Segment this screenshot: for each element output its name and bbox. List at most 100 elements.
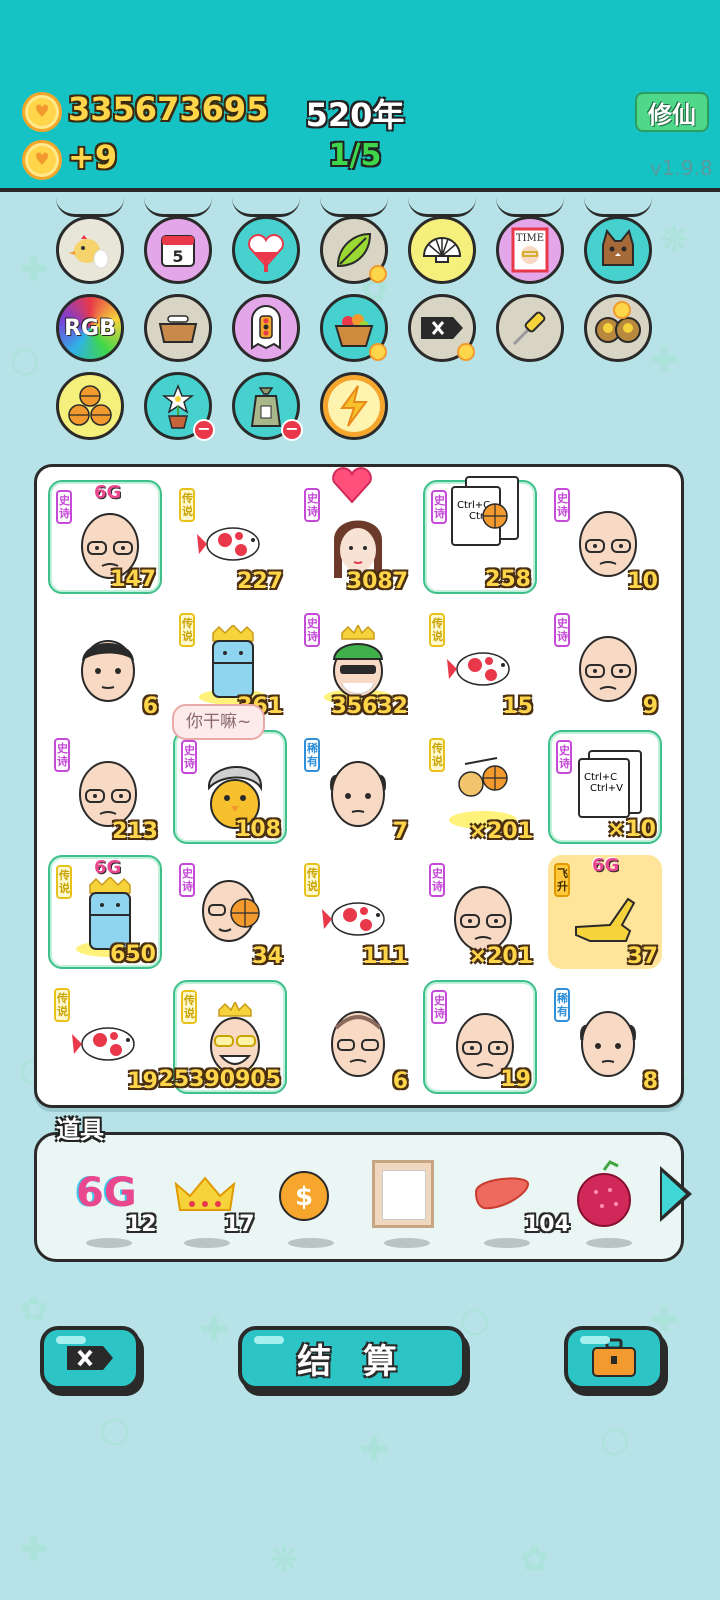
cell-count: 6 [142,694,158,719]
crown-icon [174,1176,236,1211]
time-magazine-icon[interactable]: TIME [496,216,564,284]
cell-count: 19 [500,1067,531,1092]
bald-man-face-icon [579,511,637,577]
remove-icon[interactable]: − [193,419,215,441]
board-cell[interactable]: 史诗 6G 147 [48,480,162,594]
rarity-tag: 史诗 [429,863,445,897]
xiuxian-button[interactable]: 修仙 [635,92,709,132]
board-cell[interactable]: 史诗 Ctrl+C Ctrl 258 [423,476,537,594]
coin-marker-icon [457,343,475,361]
board-cell[interactable]: 史诗 ×201 [423,855,537,969]
cell-count: 111 [362,944,408,969]
board-cell[interactable]: 传说 19 [48,980,162,1094]
board-cell[interactable]: 史诗 10 [548,480,662,594]
cat-icon[interactable] [584,216,652,284]
settle-button[interactable]: 结 算 [238,1326,466,1390]
board-cell[interactable]: 传说 15 [423,605,537,719]
prop-crown[interactable]: 17 [172,1160,255,1250]
board-cell[interactable]: 稀有 7 [298,730,412,844]
board-cell[interactable]: 史诗 3087 [298,467,412,594]
owls-icon[interactable] [584,294,652,362]
board-cell[interactable]: 史诗 35632 [298,605,412,719]
rarity-tag: 传说 [304,863,320,897]
scrolled-badge [496,198,564,217]
screwdriver-icon[interactable] [496,294,564,362]
board-cell[interactable]: 6 [48,605,162,719]
man-with-basketball-icon [202,880,260,942]
shell-icon[interactable] [408,216,476,284]
board-cell[interactable]: 传说 6G 650 [48,855,162,969]
koi-fish-icon [447,652,510,686]
rarity-tag: 传说 [179,488,195,522]
board-cell[interactable]: 传说 ×201 [423,730,537,844]
delete-button[interactable] [40,1326,140,1390]
board-cell[interactable]: 传说 111 [298,855,412,969]
briefcase-button[interactable] [564,1326,664,1390]
magazine-title: TIME [516,233,544,244]
prop-shadow [484,1238,530,1248]
cell-count: 108 [235,817,281,842]
fruit-basket-icon[interactable] [320,294,388,362]
delete-key-icon [67,1346,113,1370]
rgb-icon[interactable]: RGB [56,294,124,362]
prop-6g[interactable]: 6G 12 [74,1160,157,1250]
coin-marker-icon [369,265,387,283]
props-title: 道具 [56,1116,104,1144]
basketballs-icon[interactable] [56,372,124,440]
chick-egg-icon[interactable] [56,216,124,284]
prop-picture-frame[interactable] [372,1160,452,1250]
board-cell[interactable]: 史诗 Ctrl+C Ctrl+V ×10 [548,730,662,844]
rarity-tag: 史诗 [304,613,320,647]
cell-count: 8 [642,1069,658,1094]
delete-key-icon[interactable] [408,294,476,362]
calendar-icon[interactable]: 5 [144,216,212,284]
trash-bag-icon[interactable]: − [232,372,303,441]
scrolled-badge [144,198,212,217]
version-label: v1.9.8 [650,156,713,180]
prop-lychee[interactable] [574,1160,654,1250]
6g-badge: 6G [94,482,122,503]
rarity-tag: 史诗 [554,488,570,522]
board-cell[interactable]: 史诗 34 [173,855,287,969]
koi-fish-icon [197,527,260,561]
board-cell[interactable]: 史诗 108 [173,730,287,844]
rarity-tag: 传说 [429,738,445,772]
prop-shadow [586,1238,632,1248]
prop-count: 104 [524,1212,570,1237]
coin-marker-icon [369,343,387,361]
rarity-tag: 史诗 [181,740,197,774]
board-cell[interactable]: 史诗 213 [48,730,162,844]
board-cell[interactable]: 稀有 8 [548,980,662,1094]
prop-shadow [86,1238,132,1248]
briefcase-icon [592,1338,636,1377]
board-cell[interactable]: 史诗 9 [548,605,662,719]
ctrl-card: Ctrl+C Ctrl+V [578,758,630,818]
picture-frame-icon [372,1160,434,1228]
cell-count: 6 [392,1069,408,1094]
board-cell[interactable]: 飞升 6G 37 [548,855,662,969]
rarity-tag: 史诗 [554,613,570,647]
rarity-tag: 传说 [56,865,72,899]
prop-liver[interactable]: 104 [472,1160,570,1250]
board-cell[interactable]: 传说 25390905 [159,980,287,1094]
leaf-icon[interactable] [320,216,388,284]
board-cell[interactable]: 传说 361 [173,605,287,719]
basketball-icon [482,503,508,529]
pointing-hand-icon [575,897,636,942]
rarity-tag: 史诗 [56,490,72,524]
traffic-light-ghost-icon[interactable] [232,294,300,362]
bald-man-face-icon [580,1011,636,1077]
flower-pot-icon[interactable]: − [144,372,215,441]
board-cell[interactable]: 传说 227 [173,480,287,594]
cell-count: 35632 [331,694,408,719]
rarity-tag: 传说 [54,988,70,1022]
remove-icon[interactable]: − [281,419,303,441]
prop-dollar-coin[interactable]: $ [276,1160,356,1250]
board-cell[interactable]: 6 [298,980,412,1094]
lightning-icon[interactable] [320,372,388,440]
heart-fan-icon[interactable] [232,216,300,284]
bone-bowl-icon[interactable] [144,294,212,362]
year-label: 520年 [305,96,405,134]
board-cell[interactable]: 史诗 19 [423,980,537,1094]
cell-count: 34 [252,944,283,969]
